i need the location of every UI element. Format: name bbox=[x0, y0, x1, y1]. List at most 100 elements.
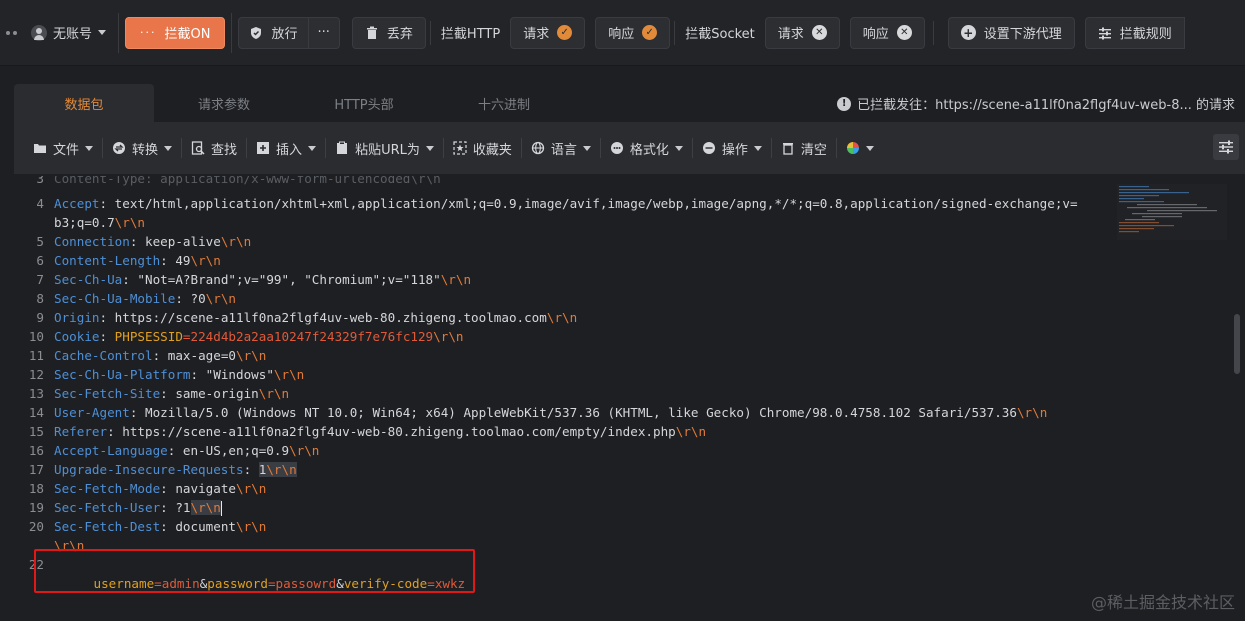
cookie-name: PHPSESSID bbox=[114, 329, 183, 344]
code-line: 16 Accept-Language: en-US,en;q=0.9\r\n bbox=[22, 441, 320, 460]
header-key: Sec-Ch-Ua-Mobile bbox=[54, 291, 176, 306]
crlf: \r\n bbox=[1016, 405, 1048, 420]
format-menu[interactable]: 格式化 bbox=[601, 139, 692, 158]
crlf: \r\n bbox=[675, 424, 707, 439]
paste-url-menu[interactable]: 粘贴URL为 bbox=[326, 139, 443, 158]
http-response-label: 响应 bbox=[608, 27, 635, 42]
trash-icon bbox=[366, 26, 377, 39]
tab-http-headers[interactable]: HTTP头部 bbox=[294, 84, 434, 122]
intercept-label: 拦截ON bbox=[164, 27, 211, 42]
crlf: \r\n bbox=[190, 500, 221, 515]
header-key: Sec-Ch-Ua bbox=[54, 272, 123, 287]
close-circle-icon: ✕ bbox=[811, 25, 827, 40]
operation-menu[interactable]: 操作 bbox=[693, 139, 771, 158]
http-request-label: 请求 bbox=[523, 27, 550, 42]
line-number: 7 bbox=[36, 272, 44, 287]
header-value: navigate bbox=[175, 481, 236, 496]
globe-icon bbox=[531, 141, 545, 155]
intercept-rules-button[interactable]: 拦截规则 bbox=[1084, 16, 1185, 49]
http-request-toggle[interactable]: 请求 ✓ bbox=[510, 16, 586, 49]
vertical-scrollbar[interactable] bbox=[1233, 184, 1241, 614]
tab-packet[interactable]: 数据包 bbox=[14, 84, 154, 122]
find-button[interactable]: 查找 bbox=[182, 139, 246, 158]
code-line: 5 Connection: keep-alive\r\n bbox=[22, 232, 251, 251]
tab-hex[interactable]: 十六进制 bbox=[434, 84, 574, 122]
discard-button[interactable]: 丢弃 bbox=[351, 16, 426, 49]
crlf: \r\n bbox=[266, 462, 297, 477]
code-line: 4 Accept: text/html,application/xhtml+xm… bbox=[22, 194, 1077, 213]
line-number: 3 bbox=[36, 176, 44, 186]
code-line: 19 Sec-Fetch-User: ?1\r\n bbox=[22, 498, 222, 517]
crlf: \r\n bbox=[289, 443, 320, 458]
info-icon: ! bbox=[837, 96, 852, 111]
code-line: 14 User-Agent: Mozilla/5.0 (Windows NT 1… bbox=[22, 403, 1047, 422]
line-number: 15 bbox=[28, 424, 44, 439]
header-key: Sec-Ch-Ua-Platform bbox=[54, 367, 191, 382]
header-value: "Windows" bbox=[205, 367, 274, 382]
header-key: Content-Length bbox=[54, 253, 161, 268]
favorites-button[interactable]: 收藏夹 bbox=[444, 139, 521, 158]
release-more-button[interactable]: ··· bbox=[308, 16, 340, 49]
favorites-label: 收藏夹 bbox=[472, 142, 512, 158]
folder-icon bbox=[34, 144, 46, 153]
chevron-down-icon bbox=[582, 145, 591, 151]
code-line: 7 Sec-Ch-Ua: "Not=A?Brand";v="99", "Chro… bbox=[22, 270, 471, 289]
format-icon bbox=[610, 142, 623, 154]
header-key: Sec-Fetch-Site bbox=[54, 386, 161, 401]
sliders-icon bbox=[1098, 27, 1111, 39]
header-key: Sec-Fetch-Mode bbox=[54, 481, 161, 496]
line-number: 4 bbox=[36, 196, 44, 211]
more-dots-icon[interactable] bbox=[6, 30, 17, 35]
divider bbox=[118, 12, 120, 53]
code-editor[interactable]: 3 Content-Type: application/x-www-form-u… bbox=[22, 174, 1245, 621]
upstream-proxy-button[interactable]: + 设置下游代理 bbox=[947, 16, 1075, 49]
header-key: Sec-Fetch-Dest bbox=[54, 519, 161, 534]
crlf: \r\n bbox=[236, 481, 267, 496]
check-icon: ✓ bbox=[642, 25, 658, 40]
line-number: 9 bbox=[36, 310, 44, 325]
release-label: 放行 bbox=[271, 27, 298, 42]
crlf: \r\n bbox=[220, 234, 252, 249]
header-value: 49 bbox=[175, 253, 191, 268]
color-theme-menu[interactable] bbox=[837, 141, 883, 155]
header-value: document bbox=[175, 519, 236, 534]
code-line: 18 Sec-Fetch-Mode: navigate\r\n bbox=[22, 479, 267, 498]
tab-request-params[interactable]: 请求参数 bbox=[154, 84, 294, 122]
user-avatar-icon bbox=[31, 24, 47, 41]
file-label: 文件 bbox=[53, 142, 80, 158]
header-key: Cookie bbox=[54, 329, 100, 344]
line-number: 14 bbox=[28, 405, 44, 420]
socket-response-toggle[interactable]: 响应 ✕ bbox=[849, 16, 925, 49]
code-line: 13 Sec-Fetch-Site: same-origin\r\n bbox=[22, 384, 289, 403]
chevron-down-icon bbox=[98, 30, 107, 35]
format-label: 格式化 bbox=[629, 142, 669, 158]
trash-icon bbox=[782, 143, 793, 155]
chevron-down-icon bbox=[425, 145, 434, 151]
main-toolbar: 无账号 ··· 拦截ON 放行 ··· 丢弃 拦截HTTP 请求 ✓ 响应 ✓ … bbox=[0, 0, 1245, 66]
release-button[interactable]: 放行 bbox=[238, 16, 309, 49]
code-line: 6 Content-Length: 49\r\n bbox=[22, 251, 220, 270]
editor-toolbar: 文件 转换 查找 插入 粘贴URL为 收藏夹 语言 格式化 操作 清空 bbox=[14, 122, 1245, 174]
header-value: "Not=A?Brand";v="99", "Chromium";v="118" bbox=[137, 272, 441, 287]
http-response-toggle[interactable]: 响应 ✓ bbox=[595, 16, 671, 49]
line-number: 10 bbox=[28, 329, 44, 344]
language-label: 语言 bbox=[550, 142, 577, 158]
crlf: \r\n bbox=[114, 215, 146, 230]
header-key: Referer bbox=[54, 424, 108, 439]
intercept-notice: ! 已拦截发往：https://scene-a11lf0na2flgf4uv-w… bbox=[837, 94, 1235, 113]
account-selector[interactable]: 无账号 bbox=[25, 18, 112, 48]
minimap[interactable] bbox=[1117, 184, 1227, 240]
file-menu[interactable]: 文件 bbox=[24, 139, 102, 158]
scrollbar-thumb[interactable] bbox=[1234, 314, 1240, 374]
editor-settings-button[interactable] bbox=[1213, 134, 1239, 160]
check-icon: ✓ bbox=[557, 25, 573, 40]
line-number: 6 bbox=[36, 253, 44, 268]
chevron-down-icon bbox=[308, 145, 317, 151]
socket-request-toggle[interactable]: 请求 ✕ bbox=[764, 16, 840, 49]
insert-menu[interactable]: 插入 bbox=[247, 139, 325, 158]
clear-button[interactable]: 清空 bbox=[772, 139, 836, 158]
convert-menu[interactable]: 转换 bbox=[103, 139, 181, 158]
intercept-toggle-button[interactable]: ··· 拦截ON bbox=[125, 16, 226, 49]
highlight-box bbox=[34, 549, 475, 593]
language-menu[interactable]: 语言 bbox=[522, 139, 600, 158]
